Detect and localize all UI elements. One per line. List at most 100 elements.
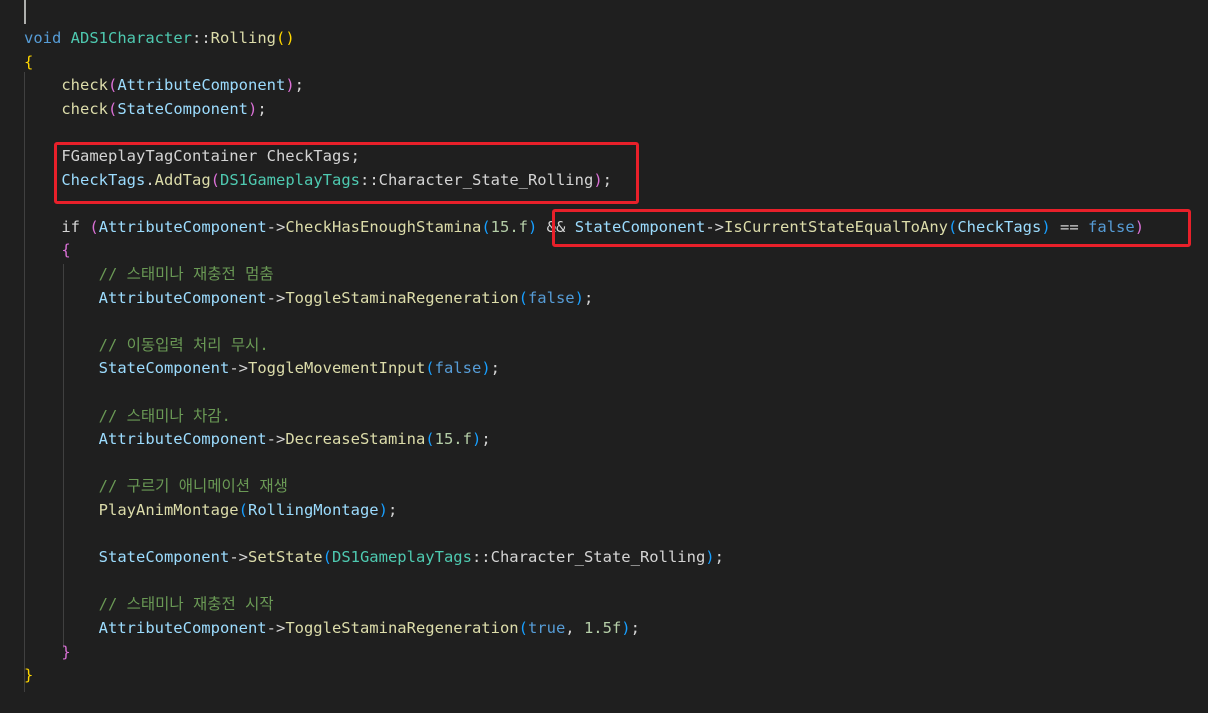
code-token: SetState [247, 548, 323, 566]
code-line[interactable]: PlayAnimMontage(RollingMontage); [24, 498, 398, 522]
code-token: ) [248, 100, 258, 118]
code-token: () [276, 29, 295, 47]
code-line[interactable]: check(AttributeComponent); [24, 73, 304, 97]
code-token: false [434, 359, 482, 377]
code-token: -> [266, 430, 286, 448]
code-token: -> [266, 619, 286, 637]
code-token: ( [518, 619, 528, 637]
code-line[interactable]: { [24, 50, 33, 74]
code-token: ADS1Character [70, 29, 192, 47]
code-token: void [24, 29, 62, 47]
code-token: DS1GameplayTags [331, 548, 472, 566]
code-token: ( [518, 289, 528, 307]
code-editor[interactable]: void ADS1Character::Rolling(){ check(Att… [0, 0, 1208, 713]
code-line[interactable]: void ADS1Character::Rolling() [24, 26, 295, 50]
code-token: { [61, 241, 71, 259]
code-line[interactable]: check(StateComponent); [24, 97, 267, 121]
code-token: -> [266, 218, 286, 236]
code-line[interactable]: } [24, 640, 71, 664]
code-token: :: [192, 29, 211, 47]
code-token: AttributeComponent [98, 289, 267, 307]
code-token: PlayAnimMontage [98, 501, 239, 519]
code-line[interactable]: // 이동입력 처리 무시. [24, 333, 269, 357]
code-token: ) [471, 430, 482, 448]
code-token: ( [108, 76, 118, 94]
code-token: // 스태미나 재충전 시작 [98, 595, 274, 613]
code-token: ( [238, 501, 248, 519]
text-cursor [24, 0, 26, 24]
code-line[interactable]: // 스태미나 재충전 시작 [24, 592, 274, 616]
code-token: // 구르기 애니메이션 재생 [98, 477, 288, 495]
code-line[interactable]: AttributeComponent->ToggleStaminaRegener… [24, 286, 594, 310]
code-token: ; [257, 100, 267, 118]
code-token: AttributeComponent [117, 76, 286, 94]
code-line[interactable]: StateComponent->SetState(DS1GameplayTags… [24, 545, 724, 569]
code-token: -> [229, 548, 248, 566]
code-line[interactable]: StateComponent->ToggleMovementInput(fals… [24, 356, 500, 380]
highlight-box-tag-container [54, 142, 639, 204]
code-token: ( [322, 548, 332, 566]
code-token: -> [229, 359, 248, 377]
code-token: ToggleStaminaRegeneration [285, 289, 519, 307]
code-token: ; [294, 76, 305, 94]
code-token: ; [490, 359, 500, 377]
code-line[interactable]: AttributeComponent->DecreaseStamina(15.f… [24, 427, 491, 451]
code-token: ( [425, 359, 435, 377]
code-token: ToggleMovementInput [247, 359, 426, 377]
code-token: AttributeComponent [98, 430, 267, 448]
code-token: 1.5f [583, 619, 622, 637]
code-token: StateComponent [98, 548, 230, 566]
code-token: ) [574, 289, 584, 307]
code-token: ) [481, 359, 491, 377]
code-token: ) [378, 501, 388, 519]
code-token: ; [714, 548, 724, 566]
code-token: } [24, 666, 34, 684]
code-token: // 스태미나 차감. [98, 407, 231, 425]
code-token: ( [89, 218, 99, 236]
code-line[interactable]: // 스태미나 재충전 멈춤 [24, 262, 274, 286]
code-token: ToggleStaminaRegeneration [285, 619, 519, 637]
code-token: ) [621, 619, 631, 637]
code-token: // 이동입력 처리 무시. [98, 336, 269, 354]
code-line[interactable]: } [24, 663, 33, 687]
code-token: ) [705, 548, 715, 566]
code-token: ( [481, 218, 491, 236]
code-token: ; [481, 430, 491, 448]
code-token: DecreaseStamina [285, 430, 426, 448]
code-token: ) [285, 76, 295, 94]
code-token: 15.f [434, 430, 472, 448]
code-token: if [61, 218, 80, 236]
code-token: :: [471, 548, 491, 566]
code-token: } [61, 643, 71, 661]
code-token: { [24, 53, 34, 71]
code-token: StateComponent [117, 100, 248, 118]
code-token: AttributeComponent [98, 218, 267, 236]
code-token: Character_State_Rolling [490, 548, 706, 566]
code-token: 15.f [490, 218, 528, 236]
code-token: -> [266, 289, 286, 307]
code-line[interactable]: // 스태미나 차감. [24, 404, 231, 428]
code-line[interactable]: AttributeComponent->ToggleStaminaRegener… [24, 616, 640, 640]
code-token: ; [583, 289, 594, 307]
code-line[interactable]: { [24, 238, 71, 262]
code-token: check [61, 100, 108, 118]
code-line[interactable]: // 구르기 애니메이션 재생 [24, 474, 288, 498]
code-token: true [527, 619, 566, 637]
